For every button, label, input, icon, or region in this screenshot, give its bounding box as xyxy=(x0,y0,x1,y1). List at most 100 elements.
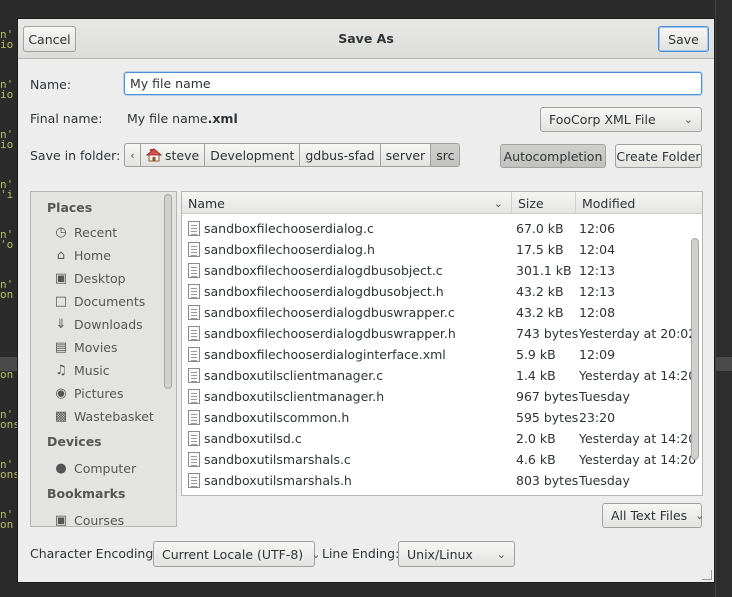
file-type-value: FooCorp XML File xyxy=(549,112,656,127)
file-row[interactable]: sandboxfilechooserdialog.h 17.5 kB 12:04 xyxy=(182,239,692,260)
sidebar-item-desktop[interactable]: ▣ Desktop xyxy=(53,268,126,288)
sidebar-scrollbar[interactable] xyxy=(164,194,172,389)
file-modified: 12:13 xyxy=(579,284,616,299)
file-modified: 12:04 xyxy=(579,242,616,257)
file-row[interactable]: sandboxutilsclientmanager.h 967 bytes Tues… xyxy=(182,386,692,407)
sidebar-item-label: Home xyxy=(74,247,111,263)
text-file-icon xyxy=(188,347,200,362)
file-row[interactable]: sandboxfilechooserdialogdbuswrapper.c 43.… xyxy=(182,302,692,323)
file-modified: Yesterday at 14:20 xyxy=(579,431,697,446)
column-header-modified[interactable]: Modified xyxy=(576,192,702,214)
line-ending-value: Unix/Linux xyxy=(407,546,473,562)
file-name: sandboxutilsd.c xyxy=(204,431,302,446)
sidebar-item-wastebasket[interactable]: ▩ Wastebasket xyxy=(53,406,154,426)
text-file-icon xyxy=(188,221,200,236)
file-name: sandboxfilechooserdialogdbusobject.c xyxy=(204,263,443,278)
path-segment-home[interactable]: steve xyxy=(141,143,206,167)
sidebar-item-recent[interactable]: ◷ Recent xyxy=(53,222,117,242)
line-ending-combo[interactable]: Unix/Linux ⌄ xyxy=(398,541,515,567)
file-row[interactable]: sandboxutilsmarshals.h 803 bytes Tuesday xyxy=(182,470,692,491)
bookmarks-heading: Bookmarks xyxy=(47,486,126,501)
file-row[interactable]: sandboxutilsclientmanager.c 1.4 kB Yesterd… xyxy=(182,365,696,386)
path-segment-src[interactable]: src xyxy=(431,143,461,167)
sidebar-item-label: Pictures xyxy=(74,385,124,401)
save-as-dialog: Cancel Save As Save Name: Final name: My… xyxy=(17,18,715,583)
file-name: sandboxutilscommon.h xyxy=(204,410,350,425)
file-size: 2.0 kB xyxy=(516,431,556,446)
document-icon: □ xyxy=(54,293,68,309)
text-file-icon xyxy=(188,284,200,299)
resize-grip[interactable] xyxy=(702,570,712,580)
file-size: 1.4 kB xyxy=(516,368,556,383)
path-segment-gdbus-sfad[interactable]: gdbus-sfad xyxy=(300,143,381,167)
file-name: sandboxutilsmarshals.c xyxy=(204,452,351,467)
file-list-scrollbar[interactable] xyxy=(691,238,699,460)
sidebar-item-pictures[interactable]: ◉ Pictures xyxy=(53,383,124,403)
path-back-arrow-icon[interactable]: ‹ xyxy=(124,143,141,167)
text-file-icon xyxy=(188,263,200,278)
file-row[interactable]: sandboxutilsd.c 2.0 kB Yesterday at 14:20 xyxy=(182,428,696,449)
background-editor-selection xyxy=(716,357,732,371)
chevron-down-icon: ⌄ xyxy=(496,547,506,561)
devices-heading: Devices xyxy=(47,434,102,449)
sidebar-item-movies[interactable]: ▤ Movies xyxy=(53,337,118,357)
text-file-icon xyxy=(188,431,200,446)
sidebar-item-label: Desktop xyxy=(74,270,126,286)
file-modified: 12:08 xyxy=(579,305,616,320)
file-row[interactable]: sandboxutilsmarshals.c 4.6 kB Yesterday at… xyxy=(182,449,696,470)
file-list: Name ⌄ Size Modified sandboxfilechooserd… xyxy=(181,191,703,496)
places-heading: Places xyxy=(47,200,93,215)
file-list-header: Name ⌄ Size Modified xyxy=(182,192,702,214)
sidebar-item-documents[interactable]: □ Documents xyxy=(53,291,145,311)
path-segment-development[interactable]: Development xyxy=(205,143,301,167)
path-segment-server[interactable]: server xyxy=(380,143,432,167)
sidebar-item-label: Computer xyxy=(74,460,137,476)
sidebar-item-label: Wastebasket xyxy=(74,408,154,424)
final-name-value: My file name.xml xyxy=(127,111,238,126)
file-type-combo[interactable]: FooCorp XML File ⌄ xyxy=(540,107,702,132)
file-row[interactable]: sandboxutilscommon.h 595 bytes 23:20 xyxy=(182,407,692,428)
create-folder-button[interactable]: Create Folder xyxy=(615,144,702,168)
header-bar: Cancel Save As Save xyxy=(18,19,714,59)
file-name: sandboxfilechooserdialogdbusobject.h xyxy=(204,284,444,299)
autocompletion-toggle[interactable]: Autocompletion xyxy=(500,144,606,168)
sidebar-item-music[interactable]: ♫ Music xyxy=(53,360,109,380)
harddisk-icon: ● xyxy=(55,460,67,476)
final-name-label: Final name: xyxy=(30,111,103,126)
sidebar-item-home[interactable]: ⌂ Home xyxy=(53,245,111,265)
file-row[interactable]: sandboxfilechooserdialogdbusobject.h 43.2… xyxy=(182,281,692,302)
save-button[interactable]: Save xyxy=(658,26,709,52)
file-name: sandboxfilechooserdialog.c xyxy=(204,221,374,236)
file-modified: Yesterday at 14:20 xyxy=(579,452,697,467)
file-size: 967 bytes xyxy=(516,389,579,404)
sidebar-item-downloads[interactable]: ⇓ Downloads xyxy=(53,314,143,334)
column-header-size[interactable]: Size xyxy=(512,192,576,214)
column-header-name[interactable]: Name ⌄ xyxy=(182,192,512,214)
character-encoding-combo[interactable]: Current Locale (UTF-8) ⌄ xyxy=(153,541,320,567)
file-row[interactable]: sandboxfilechooserdialogdbuswrapper.h 743… xyxy=(182,323,696,344)
character-encoding-value: Current Locale (UTF-8) xyxy=(162,546,304,562)
text-file-icon xyxy=(188,326,200,341)
dialog-title: Save As xyxy=(338,31,394,46)
file-row[interactable]: sandboxfilechooserdialoginterface.xml 5.9… xyxy=(182,344,692,365)
save-in-folder-label: Save in folder: xyxy=(30,148,121,163)
file-modified: Tuesday xyxy=(579,389,630,404)
places-sidebar: Places ◷ Recent ⌂ Home ▣ Desktop □ Documents… xyxy=(30,191,177,527)
film-icon: ▤ xyxy=(54,339,68,355)
text-file-icon xyxy=(188,305,200,320)
file-row[interactable]: sandboxfilechooserdialogdbusobject.c 301.… xyxy=(182,260,692,281)
file-name: sandboxfilechooserdialog.h xyxy=(204,242,375,257)
file-modified: 23:20 xyxy=(579,410,616,425)
sidebar-item-computer[interactable]: ● Computer xyxy=(53,458,136,478)
sidebar-item-courses[interactable]: ▣ Courses xyxy=(53,510,124,527)
trash-icon: ▩ xyxy=(54,408,68,424)
file-size: 4.6 kB xyxy=(516,452,556,467)
name-label: Name: xyxy=(30,77,72,92)
file-size: 17.5 kB xyxy=(516,242,564,257)
file-name-input[interactable] xyxy=(124,72,702,95)
file-filter-combo[interactable]: All Text Files ⌄ xyxy=(602,503,704,528)
final-name-extension: .xml xyxy=(207,111,238,126)
file-size: 5.9 kB xyxy=(516,347,556,362)
file-row[interactable]: sandboxfilechooserdialog.c 67.0 kB 12:06 xyxy=(182,218,692,239)
line-ending-label: Line Ending: xyxy=(322,546,400,561)
